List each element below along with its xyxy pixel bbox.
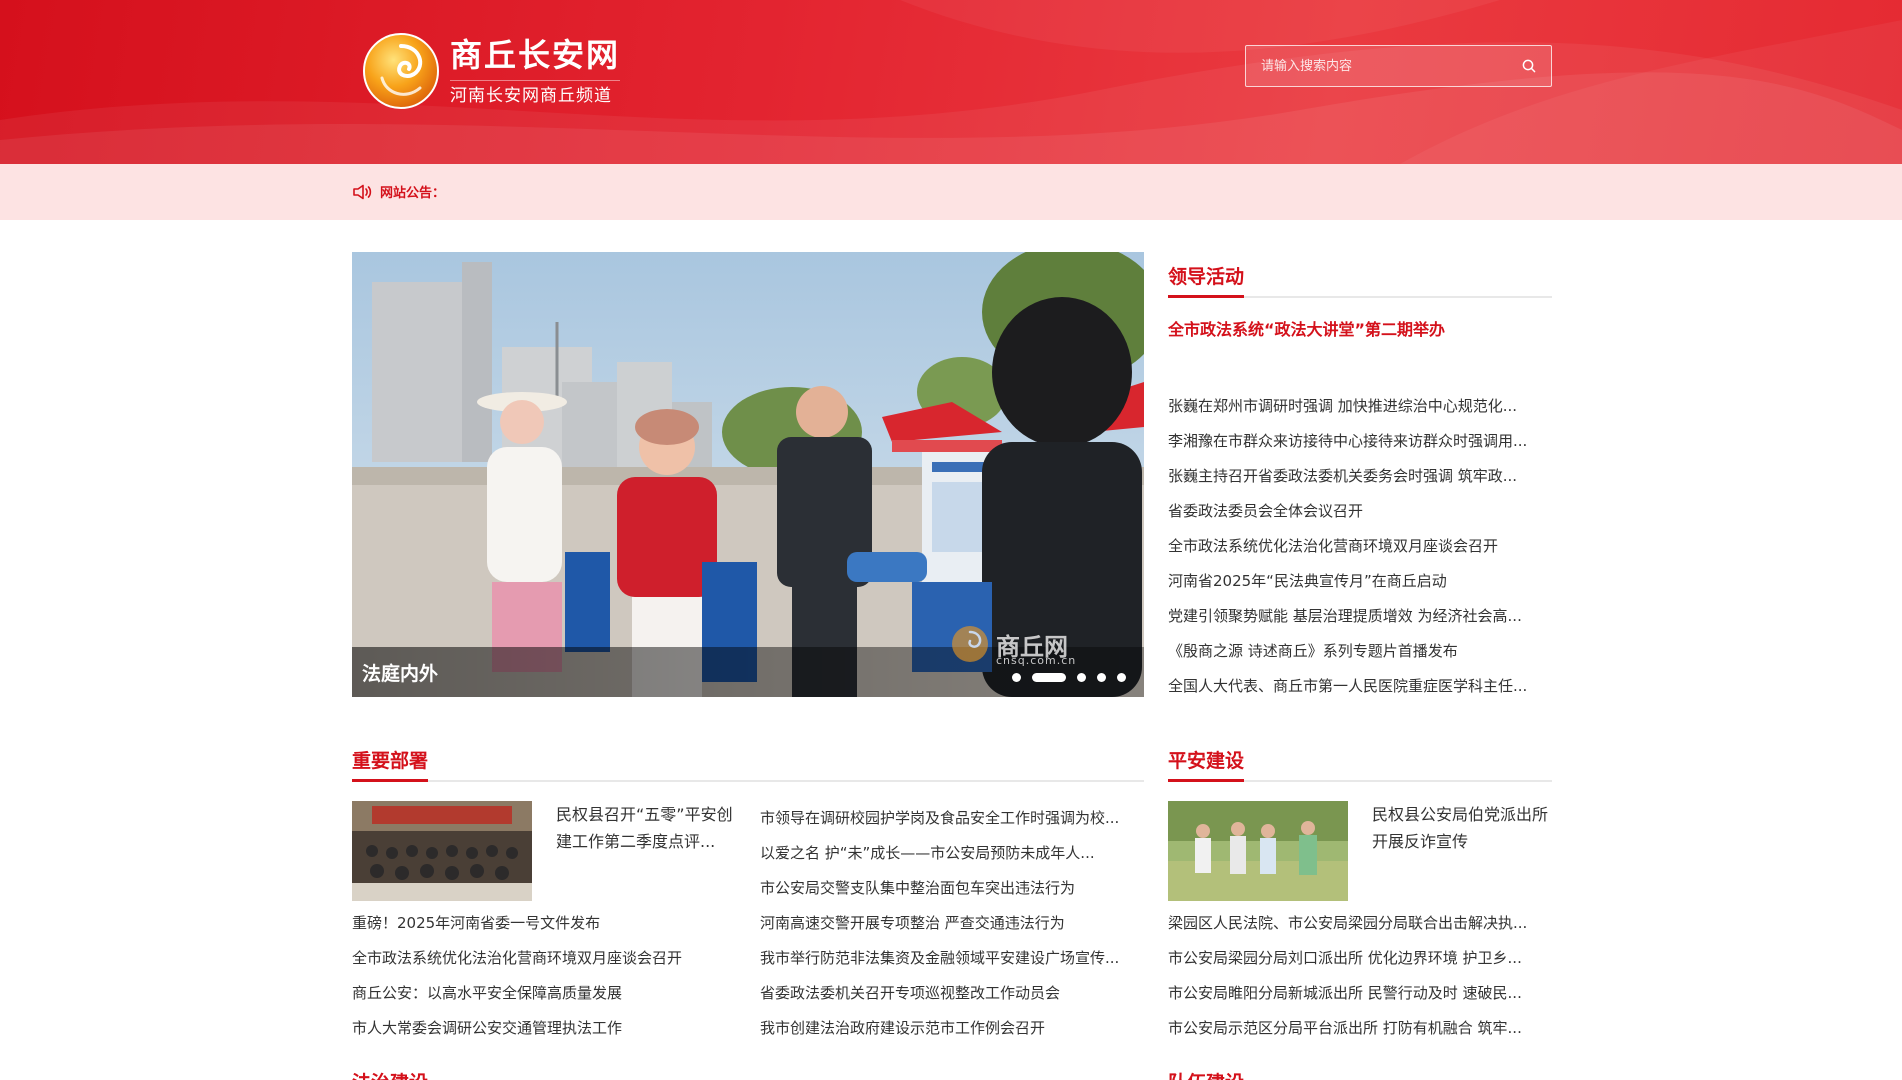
site-title: 商丘长安网 (450, 35, 621, 74)
carousel-dot-1[interactable] (1012, 673, 1021, 682)
safety-feature-thumbnail[interactable] (1168, 801, 1348, 901)
leadership-section-title[interactable]: 领导活动 (1168, 265, 1245, 298)
list-item[interactable]: 以爱之名 护“未”成长——市公安局预防未成年人... (760, 836, 1144, 871)
safety-section-header: 平安建设 (1168, 736, 1552, 782)
list-item[interactable]: 市领导在调研校园护学岗及食品安全工作时强调为校... (760, 801, 1144, 836)
list-item[interactable]: 市公安局睢阳分局新城派出所 民警行动及时 速破民... (1168, 976, 1552, 1011)
list-item[interactable]: 李湘豫在市群众来访接待中心接待来访群众时强调用... (1168, 424, 1552, 459)
list-item[interactable]: 省委政法委员会全体会议召开 (1168, 494, 1552, 529)
leadership-news-list: 张巍在郑州市调研时强调 加快推进综治中心规范化... 李湘豫在市群众来访接待中心… (1168, 389, 1552, 704)
site-logo[interactable]: 商丘长安网 河南长安网商丘频道 (362, 32, 621, 110)
team-building-section-title[interactable]: 队伍建设 (1168, 1068, 1244, 1080)
carousel-dots (1012, 673, 1137, 682)
list-item[interactable]: 我市创建法治政府建设示范市工作例会召开 (760, 1011, 1144, 1046)
list-item[interactable]: 我市举行防范非法集资及金融领域平安建设广场宣传... (760, 941, 1144, 976)
safety-section-title[interactable]: 平安建设 (1168, 749, 1245, 782)
carousel-dot-5[interactable] (1117, 673, 1126, 682)
list-item[interactable]: 全市政法系统优化法治化营商环境双月座谈会召开 (352, 941, 732, 976)
list-item[interactable]: 河南高速交警开展专项整治 严查交通违法行为 (760, 906, 1144, 941)
search-box (1245, 45, 1552, 87)
site-header: 商丘长安网 河南长安网商丘频道 (0, 0, 1902, 164)
carousel-caption-text: 法庭内外 (362, 663, 439, 685)
list-item[interactable]: 省委政法委机关召开专项巡视整改工作动员会 (760, 976, 1144, 1011)
list-item[interactable]: 全国人大代表、商丘市第一人民医院重症医学科主任... (1168, 669, 1552, 704)
speaker-icon (353, 184, 372, 199)
list-item[interactable]: 市公安局梁园分局刘口派出所 优化边界环境 护卫乡... (1168, 941, 1552, 976)
list-item[interactable]: 《殷商之源 诗述商丘》系列专题片首播发布 (1168, 634, 1552, 669)
rule-of-law-section-title[interactable]: 法治建设 (352, 1068, 428, 1080)
leadership-section-header: 领导活动 (1168, 252, 1552, 298)
safety-feature-title[interactable]: 民权县公安局伯党派出所开展反诈宣传 (1372, 801, 1552, 855)
list-item[interactable]: 市公安局示范区分局平台派出所 打防有机融合 筑牢... (1168, 1011, 1552, 1046)
meeting-photo (352, 801, 532, 901)
list-item[interactable]: 党建引领聚势赋能 基层治理提质增效 为经济社会高... (1168, 599, 1552, 634)
watermark: 商丘网 cnsq.com.cn (950, 624, 1075, 667)
search-input[interactable] (1246, 46, 1507, 86)
notice-bar: 网站公告： (0, 164, 1902, 220)
important-right-list: 市领导在调研校园护学岗及食品安全工作时强调为校... 以爱之名 护“未”成长——… (760, 801, 1144, 1046)
notice-label: 网站公告： (380, 186, 446, 201)
field-photo (1168, 801, 1348, 901)
list-item[interactable]: 商丘公安：以高水平安全保障高质量发展 (352, 976, 732, 1011)
important-left-list: 重磅！2025年河南省委一号文件发布 全市政法系统优化法治化营商环境双月座谈会召… (352, 906, 732, 1046)
list-item[interactable]: 重磅！2025年河南省委一号文件发布 (352, 906, 732, 941)
logo-emblem-icon (363, 33, 439, 109)
safety-news-list: 梁园区人民法院、市公安局梁园分局联合出击解决执... 市公安局梁园分局刘口派出所… (1168, 906, 1552, 1046)
search-icon (1522, 59, 1536, 73)
search-button[interactable] (1507, 46, 1551, 86)
list-item[interactable]: 张巍在郑州市调研时强调 加快推进综治中心规范化... (1168, 389, 1552, 424)
watermark-url: cnsq.com.cn (996, 654, 1077, 667)
important-feature-title[interactable]: 民权县召开“五零”平安创建工作第二季度点评... (556, 801, 736, 855)
list-item[interactable]: 张巍主持召开省委政法委机关委务会时强调 筑牢政... (1168, 459, 1552, 494)
important-section-title[interactable]: 重要部署 (352, 749, 429, 782)
list-item[interactable]: 河南省2025年“民法典宣传月”在商丘启动 (1168, 564, 1552, 599)
leadership-headline[interactable]: 全市政法系统“政法大讲堂”第二期举办 (1168, 316, 1552, 340)
list-item[interactable]: 市公安局交警支队集中整治面包车突出违法行为 (760, 871, 1144, 906)
header-wave-decoration (0, 0, 1902, 164)
important-feature-thumbnail[interactable] (352, 801, 532, 901)
news-carousel[interactable]: 法庭内外 商丘网 cnsq.com.cn (352, 252, 1144, 697)
list-item[interactable]: 市人大常委会调研公安交通管理执法工作 (352, 1011, 732, 1046)
watermark-logo-icon (952, 626, 988, 662)
carousel-dot-4[interactable] (1097, 673, 1106, 682)
list-item[interactable]: 梁园区人民法院、市公安局梁园分局联合出击解决执... (1168, 906, 1552, 941)
carousel-dot-2[interactable] (1032, 673, 1066, 682)
site-subtitle: 河南长安网商丘频道 (450, 79, 621, 109)
important-section-header: 重要部署 (352, 736, 1144, 782)
list-item[interactable]: 全市政法系统优化法治化营商环境双月座谈会召开 (1168, 529, 1552, 564)
carousel-dot-3[interactable] (1077, 673, 1086, 682)
